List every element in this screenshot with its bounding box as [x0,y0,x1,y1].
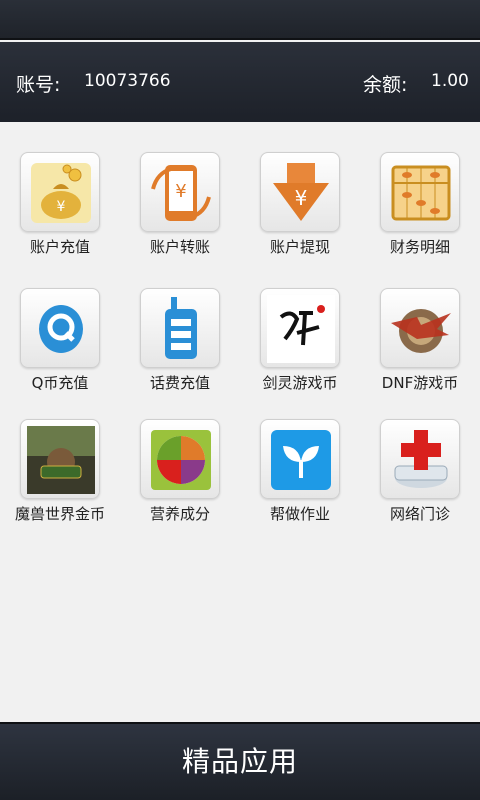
tile-label: 剑灵游戏币 [262,374,338,392]
tile-label: 魔兽世界金币 [14,505,105,523]
svg-text:¥: ¥ [295,186,308,210]
balance-label: 余额: [363,74,408,96]
svg-text:¥: ¥ [175,181,186,202]
balance-value: 1.00 [431,71,469,91]
account-header: 账号: 10073766 余额: 1.00 [0,42,480,122]
tile-label: 营养成分 [149,505,210,523]
status-bar [0,0,480,40]
tile-label: 账户提现 [269,238,330,256]
abacus-icon [380,152,460,232]
world-of-warcraft-icon [20,419,100,499]
mobile-phone-icon [140,288,220,368]
account-number: 10073766 [84,71,171,91]
app-grid: ¥ 账户充值 ¥ 账户转账 ¥ 账户提现 财务明细 Q币充值 话费充值 剑灵游戏… [0,122,480,722]
featured-apps-title: 精品应用 [181,745,298,778]
tile-label: Q币充值 [31,374,89,392]
phone-transfer-icon: ¥ [140,152,220,232]
tile-label: 帮做作业 [269,505,330,523]
dnf-icon [380,288,460,368]
withdraw-arrow-icon: ¥ [260,152,340,232]
nutrition-plate-icon [140,419,220,499]
tile-label: DNF游戏币 [381,374,459,392]
account-label: 账号: [16,74,61,96]
tile-label: 账户充值 [29,238,90,256]
homework-leaf-icon [260,419,340,499]
money-bags-icon: ¥ [20,152,100,232]
tile-label: 财务明细 [389,238,450,256]
qq-icon [20,288,100,368]
tile-label: 账户转账 [149,238,210,256]
red-cross-icon [380,419,460,499]
svg-text:¥: ¥ [57,199,66,215]
featured-apps-bar[interactable]: 精品应用 [0,722,480,800]
tile-label: 话费充值 [149,374,210,392]
blade-soul-icon [260,288,340,368]
tile-label: 网络门诊 [389,505,450,523]
